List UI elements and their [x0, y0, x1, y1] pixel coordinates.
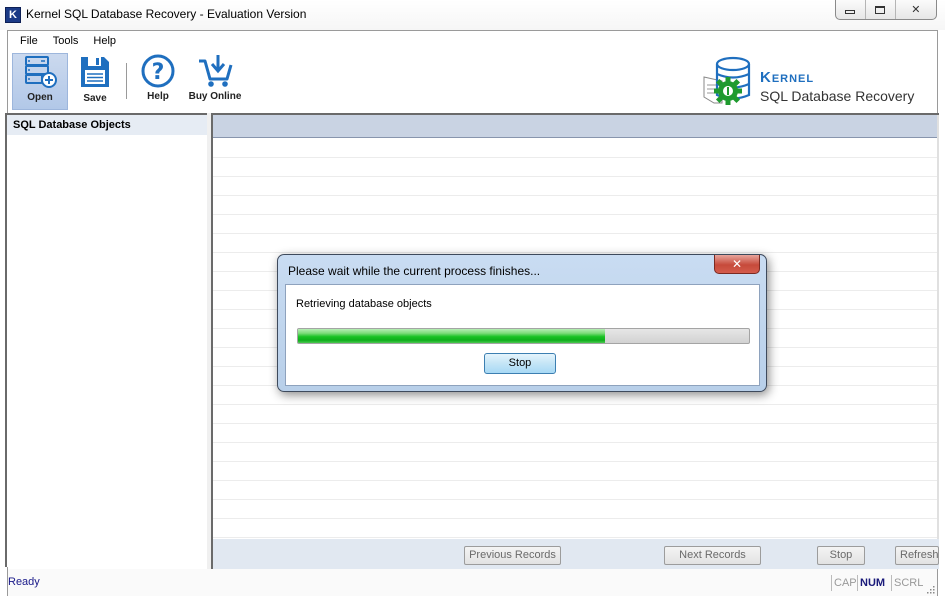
help-label: Help	[147, 91, 169, 102]
table-row[interactable]	[213, 215, 939, 234]
resize-grip-icon[interactable]	[925, 584, 935, 594]
table-row[interactable]	[213, 234, 939, 253]
table-row[interactable]	[213, 443, 939, 462]
brand-name: Kernel	[760, 69, 815, 86]
progress-message: Retrieving database objects	[296, 298, 432, 310]
help-button[interactable]: ? Help	[136, 53, 180, 110]
open-database-icon	[25, 56, 57, 88]
menu-tools[interactable]: Tools	[51, 31, 86, 51]
table-row[interactable]	[213, 158, 939, 177]
grid-footer: Previous Records Next Records Stop Refre…	[213, 539, 939, 569]
database-gear-logo-icon	[703, 56, 751, 105]
app-icon[interactable]: K	[5, 7, 21, 23]
menu-help[interactable]: Help	[91, 31, 123, 51]
toolbar-separator	[126, 63, 127, 99]
buy-online-label: Buy Online	[188, 91, 242, 102]
dialog-close-button[interactable]: ✕	[714, 255, 760, 274]
open-button[interactable]: Open	[12, 53, 68, 110]
scroll-lock-indicator: SCRL	[891, 575, 925, 591]
previous-records-button[interactable]: Previous Records	[464, 546, 561, 565]
close-icon: ✕	[731, 257, 743, 271]
maximize-icon	[875, 5, 886, 14]
status-bar: Ready CAP NUM SCRL	[8, 569, 937, 596]
main-window: K Kernel SQL Database Recovery - Evaluat…	[0, 0, 945, 599]
minimize-button[interactable]	[836, 0, 866, 19]
dialog-stop-button[interactable]: Stop	[484, 353, 556, 374]
dialog-title: Please wait while the current process fi…	[288, 264, 541, 278]
close-icon: ✕	[911, 3, 921, 16]
progress-bar	[297, 328, 750, 344]
next-records-button[interactable]: Next Records	[664, 546, 761, 565]
save-icon	[81, 57, 109, 87]
close-button[interactable]: ✕	[896, 0, 936, 19]
refresh-button[interactable]: Refresh	[895, 546, 939, 565]
dialog-body: Retrieving database objects Stop	[285, 284, 760, 386]
caps-lock-indicator: CAP	[831, 575, 859, 591]
title-bar: K Kernel SQL Database Recovery - Evaluat…	[0, 0, 945, 30]
grid-header	[213, 115, 939, 138]
grid-stop-button[interactable]: Stop	[817, 546, 865, 565]
progress-fill	[298, 329, 605, 343]
save-label: Save	[83, 93, 107, 104]
brand-product-name: SQL Database Recovery	[760, 88, 915, 104]
table-row[interactable]	[213, 519, 939, 538]
table-row[interactable]	[213, 462, 939, 481]
help-icon: ?	[141, 54, 175, 88]
table-row[interactable]	[213, 139, 939, 158]
brand-logo: Kernel SQL Database Recovery	[700, 55, 930, 111]
table-row[interactable]	[213, 481, 939, 500]
minimize-icon	[845, 9, 856, 14]
table-row[interactable]	[213, 196, 939, 215]
num-lock-indicator: NUM	[857, 575, 887, 591]
progress-dialog: Please wait while the current process fi…	[277, 254, 767, 392]
menu-bar: File Tools Help	[8, 31, 937, 51]
table-row[interactable]	[213, 424, 939, 443]
maximize-button[interactable]	[866, 0, 896, 19]
tree-header: SQL Database Objects	[7, 115, 207, 135]
toolbar: Open Save ? Help Buy Online Kernel SQL D…	[8, 51, 937, 111]
svg-text:?: ?	[152, 60, 165, 85]
window-title: Kernel SQL Database Recovery - Evaluatio…	[26, 7, 307, 21]
table-row[interactable]	[213, 177, 939, 196]
table-row[interactable]	[213, 500, 939, 519]
database-objects-tree[interactable]: SQL Database Objects	[5, 113, 207, 567]
window-controls: ✕	[835, 0, 937, 20]
buy-online-button[interactable]: Buy Online	[186, 53, 244, 110]
open-label: Open	[27, 92, 53, 103]
shopping-cart-icon	[199, 55, 233, 87]
save-button[interactable]: Save	[72, 53, 118, 110]
table-row[interactable]	[213, 405, 939, 424]
menu-file[interactable]: File	[18, 31, 45, 51]
status-text: Ready	[8, 576, 40, 588]
grid-edge	[937, 115, 939, 569]
